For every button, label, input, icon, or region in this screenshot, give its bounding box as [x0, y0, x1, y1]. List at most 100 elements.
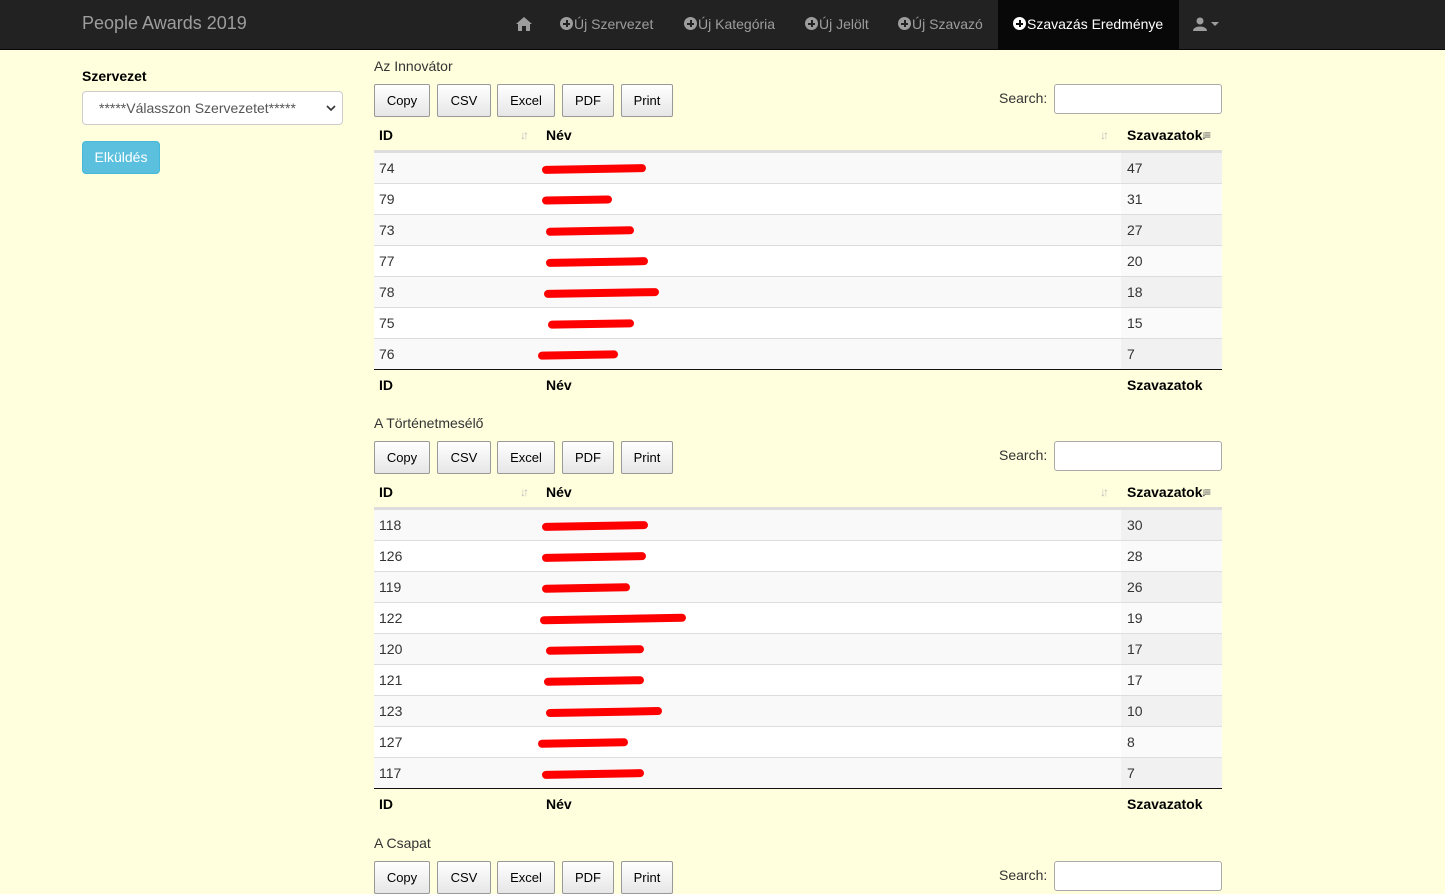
pdf-button[interactable]: PDF	[562, 861, 614, 894]
nav-home[interactable]	[504, 0, 544, 49]
table-footer: ID Név Szavazatok	[374, 788, 1222, 819]
table-row: 120 17	[374, 633, 1222, 664]
row-id: 123	[379, 703, 403, 719]
sort-desc-icon[interactable]: ↓≡	[1201, 120, 1211, 151]
excel-button[interactable]: Excel	[497, 861, 555, 894]
row-id: 74	[379, 160, 395, 176]
row-votes: 8	[1127, 734, 1135, 750]
nav-new-nominee[interactable]: Új Jelölt	[805, 0, 869, 49]
home-icon	[516, 17, 532, 31]
search-input[interactable]	[1054, 861, 1222, 891]
row-votes: 17	[1127, 672, 1143, 688]
nav-label: Új Szavazó	[912, 16, 983, 32]
nav-new-organization[interactable]: Új Szervezet	[560, 0, 653, 49]
user-icon	[1193, 17, 1207, 31]
submit-button[interactable]: Elküldés	[82, 141, 160, 174]
footer-name: Név	[546, 796, 572, 812]
nav-new-category[interactable]: Új Kategória	[684, 0, 775, 49]
print-button[interactable]: Print	[621, 84, 673, 117]
table-row: 122 19	[374, 602, 1222, 633]
sorted-column-cell-bg	[1121, 727, 1222, 757]
sort-desc-icon[interactable]: ↓≡	[1201, 477, 1211, 508]
row-id: 127	[379, 734, 403, 750]
csv-button[interactable]: CSV	[437, 84, 491, 117]
plus-circle-icon	[1013, 17, 1026, 30]
row-votes: 7	[1127, 765, 1135, 781]
table-row: 73 27	[374, 214, 1222, 245]
plus-circle-icon	[560, 17, 573, 30]
row-votes: 30	[1127, 517, 1143, 533]
col-header-id[interactable]: ID	[379, 477, 393, 508]
row-id: 79	[379, 191, 395, 207]
table-row: 79 31	[374, 183, 1222, 214]
caret-down-icon	[1211, 22, 1219, 26]
row-id: 119	[379, 579, 402, 595]
col-header-name[interactable]: Név	[546, 477, 572, 508]
redacted-name	[537, 350, 619, 360]
row-votes: 15	[1127, 315, 1143, 331]
copy-button[interactable]: Copy	[374, 84, 430, 117]
print-button[interactable]: Print	[621, 861, 673, 894]
sorted-column-cell-bg	[1121, 758, 1222, 788]
row-votes: 27	[1127, 222, 1143, 238]
redacted-name	[545, 257, 649, 267]
print-button[interactable]: Print	[621, 441, 673, 474]
section-title: Az Innovátor	[374, 58, 453, 74]
copy-button[interactable]: Copy	[374, 861, 430, 894]
table-row: 77 20	[374, 245, 1222, 276]
row-votes: 17	[1127, 641, 1143, 657]
row-id: 117	[379, 765, 402, 781]
footer-votes: Szavazatok	[1127, 377, 1203, 393]
row-id: 118	[379, 517, 402, 533]
row-id: 121	[379, 672, 403, 688]
footer-name: Név	[546, 377, 572, 393]
redacted-name	[547, 319, 635, 329]
nav-new-voter[interactable]: Új Szavazó	[898, 0, 983, 49]
section-title: A Történetmesélő	[374, 415, 484, 431]
row-id: 77	[379, 253, 395, 269]
excel-button[interactable]: Excel	[497, 441, 555, 474]
row-votes: 7	[1127, 346, 1135, 362]
nav-label: Szavazás Eredménye	[1027, 16, 1164, 32]
pdf-button[interactable]: PDF	[562, 441, 614, 474]
table-row: 121 17	[374, 664, 1222, 695]
sort-both-icon[interactable]: ↓↑	[520, 477, 529, 508]
copy-button[interactable]: Copy	[374, 441, 430, 474]
organization-select[interactable]: *****Válasszon Szervezetet*****	[82, 91, 343, 125]
row-votes: 28	[1127, 548, 1143, 564]
csv-button[interactable]: CSV	[437, 441, 491, 474]
row-id: 73	[379, 222, 395, 238]
csv-button[interactable]: CSV	[437, 861, 491, 894]
table-row: 75 15	[374, 307, 1222, 338]
nav-label: Új Kategória	[698, 16, 776, 32]
redacted-name	[545, 226, 635, 236]
row-id: 122	[379, 610, 403, 626]
redacted-name	[541, 195, 613, 205]
search-input[interactable]	[1054, 441, 1222, 471]
organization-select-value: *****Válasszon Szervezetet*****	[99, 100, 296, 116]
col-header-name[interactable]: Név	[546, 120, 572, 151]
brand-title[interactable]: People Awards 2019	[82, 13, 247, 34]
sort-both-icon[interactable]: ↓↑	[1100, 477, 1109, 508]
col-header-id[interactable]: ID	[379, 120, 393, 151]
col-header-votes[interactable]: Szavazatok	[1127, 120, 1202, 151]
sort-both-icon[interactable]: ↓↑	[520, 120, 529, 151]
redacted-name	[539, 613, 687, 625]
user-menu[interactable]	[1193, 0, 1219, 49]
excel-button[interactable]: Excel	[497, 84, 555, 117]
row-votes: 47	[1127, 160, 1143, 176]
col-header-votes[interactable]: Szavazatok	[1127, 477, 1202, 508]
row-id: 75	[379, 315, 395, 331]
sort-both-icon[interactable]: ↓↑	[1100, 120, 1109, 151]
plus-circle-icon	[898, 17, 911, 30]
row-votes: 19	[1127, 610, 1143, 626]
redacted-name	[545, 645, 645, 655]
redacted-name	[541, 164, 647, 174]
table-header: ID ↓↑ Név ↓↑ Szavazatok ↓≡	[374, 120, 1222, 152]
redacted-name	[543, 287, 660, 299]
pdf-button[interactable]: PDF	[562, 84, 614, 117]
table-row: 76 7	[374, 338, 1222, 369]
search-input[interactable]	[1054, 84, 1222, 114]
table-row: 127 8	[374, 726, 1222, 757]
nav-vote-results[interactable]: Szavazás Eredménye	[998, 0, 1179, 49]
